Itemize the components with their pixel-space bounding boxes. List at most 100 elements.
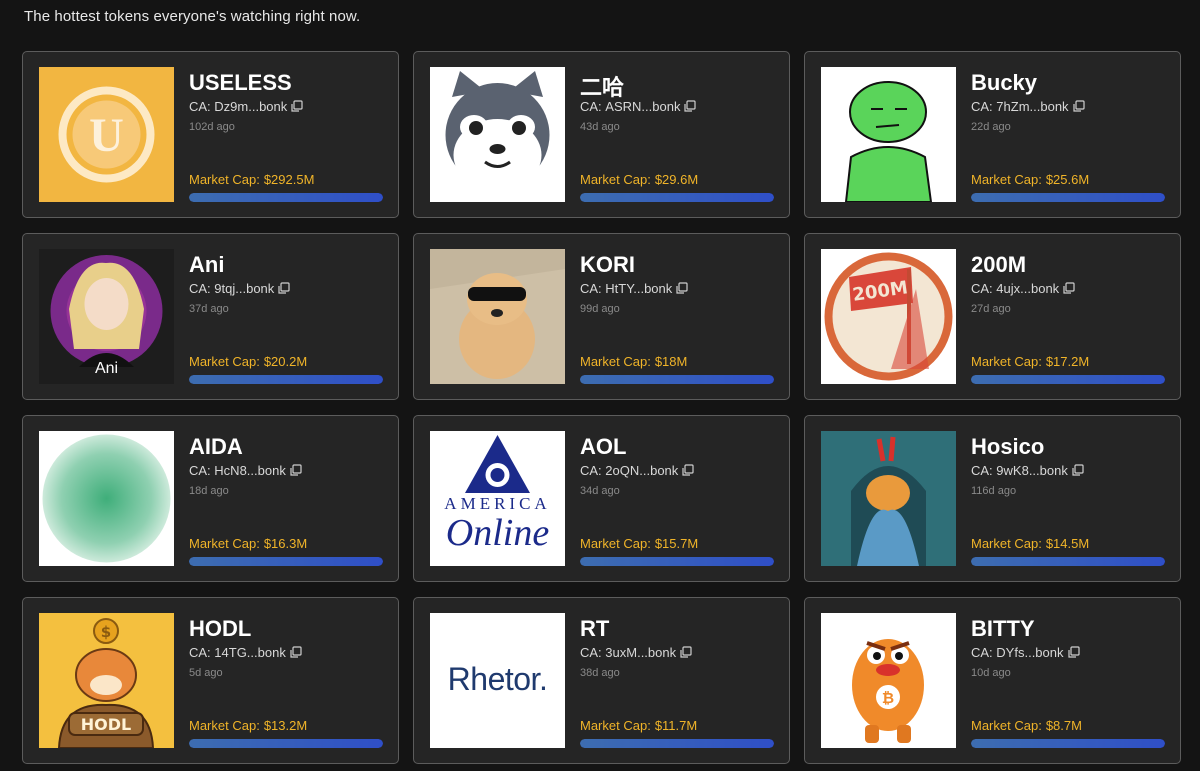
token-age: 38d ago <box>580 667 620 679</box>
token-name: KORI <box>580 252 635 277</box>
market-cap-progress-bar <box>189 739 383 748</box>
copy-icon[interactable] <box>683 100 697 113</box>
token-age: 18d ago <box>189 485 229 497</box>
token-card-bitty[interactable]: ₿ BITTY CA: DYfs...bonk 10d ago Market C… <box>804 597 1181 764</box>
market-cap: Market Cap: $17.2M <box>971 354 1090 369</box>
token-card-rt[interactable]: Rhetor. RT CA: 3uxM...bonk 38d ago Marke… <box>413 597 790 764</box>
market-cap: Market Cap: $13.2M <box>189 718 308 733</box>
token-name: Ani <box>189 252 225 277</box>
token-image-rt: Rhetor. <box>430 613 565 748</box>
token-name: RT <box>580 616 610 641</box>
token-card-hodl[interactable]: $ HODL HODL CA: 14TG...bonk 5d ago Marke… <box>22 597 399 764</box>
token-name: Hosico <box>971 434 1045 459</box>
token-name: AIDA <box>189 434 243 459</box>
contract-address: CA: 9wK8...bonk <box>971 463 1084 478</box>
token-name: 200M <box>971 252 1027 277</box>
token-image-bucky <box>821 67 956 202</box>
copy-icon[interactable] <box>1062 282 1075 295</box>
token-age: 37d ago <box>189 303 229 315</box>
token-image-aol: AMERICA Online <box>430 431 565 566</box>
token-name: AOL <box>580 434 627 459</box>
progress-fill <box>580 557 774 566</box>
market-cap-progress-bar <box>189 375 383 384</box>
copy-icon[interactable] <box>289 646 302 659</box>
market-cap: Market Cap: $15.7M <box>580 536 699 551</box>
contract-address: CA: HcN8...bonk <box>189 463 302 478</box>
market-cap-progress-bar <box>189 193 383 202</box>
copy-icon[interactable] <box>679 646 692 659</box>
progress-fill <box>580 193 774 202</box>
rhetor-logo-text: Rhetor. <box>447 661 548 697</box>
progress-fill <box>971 193 1165 202</box>
token-card-aol[interactable]: AMERICA Online AOL CA: 2oQN...bonk 34d a… <box>413 415 790 582</box>
contract-address: CA: 3uxM...bonk <box>580 645 692 660</box>
copy-icon[interactable] <box>290 100 303 113</box>
token-image-erha <box>430 67 565 202</box>
contract-address: CA: ASRN...bonk <box>580 99 697 114</box>
token-age: 116d ago <box>971 485 1017 497</box>
token-age: 5d ago <box>189 667 223 679</box>
copy-icon[interactable] <box>1071 464 1084 477</box>
token-card-aida[interactable]: AIDA CA: HcN8...bonk 18d ago Market Cap:… <box>22 415 399 582</box>
token-card-erha[interactable]: 二哈 CA: ASRN...bonk 43d ago Market Cap: $2… <box>413 51 790 218</box>
market-cap-progress-bar <box>580 739 774 748</box>
market-cap: Market Cap: $292.5M <box>189 172 315 187</box>
token-age: 43d ago <box>580 121 620 133</box>
token-name: Bucky <box>971 70 1038 95</box>
progress-fill <box>189 557 383 566</box>
market-cap: Market Cap: $18M <box>580 354 688 369</box>
svg-text:AMERICA: AMERICA <box>444 494 550 513</box>
market-cap: Market Cap: $20.2M <box>189 354 308 369</box>
progress-fill <box>580 739 774 748</box>
token-name: USELESS <box>189 70 292 95</box>
token-image-kori <box>430 249 565 384</box>
market-cap-progress-bar <box>580 375 774 384</box>
market-cap: Market Cap: $14.5M <box>971 536 1090 551</box>
token-name: HODL <box>189 616 252 641</box>
progress-fill <box>971 557 1165 566</box>
market-cap-progress-bar <box>580 193 774 202</box>
market-cap: Market Cap: $29.6M <box>580 172 699 187</box>
token-image-ani: Ani <box>39 249 174 384</box>
progress-fill <box>971 739 1165 748</box>
progress-fill <box>580 375 774 384</box>
svg-text:HODL: HODL <box>81 715 131 734</box>
market-cap: Market Cap: $11.7M <box>580 718 698 733</box>
token-name: BITTY <box>971 616 1035 641</box>
image-caption: Ani <box>94 360 119 377</box>
market-cap-progress-bar <box>971 557 1165 566</box>
svg-text:$: $ <box>101 623 111 641</box>
contract-address: CA: 2oQN...bonk <box>580 463 694 478</box>
svg-text:U: U <box>89 109 124 162</box>
progress-fill <box>189 193 383 202</box>
token-card-kori[interactable]: KORI CA: HtTY...bonk 99d ago Market Cap:… <box>413 233 790 400</box>
token-card-ani[interactable]: Ani Ani CA: 9tqj...bonk 37d ago Market C… <box>22 233 399 400</box>
page-subtitle: The hottest tokens everyone's watching r… <box>24 8 361 25</box>
token-card-useless[interactable]: U USELESS CA: Dz9m...bonk 102d ago Marke… <box>22 51 399 218</box>
market-cap: Market Cap: $25.6M <box>971 172 1090 187</box>
market-cap: Market Cap: $8.7M <box>971 718 1082 733</box>
copy-icon[interactable] <box>289 464 302 477</box>
contract-address: CA: 4ujx...bonk <box>971 281 1075 296</box>
market-cap-progress-bar <box>580 557 774 566</box>
copy-icon[interactable] <box>1067 646 1080 659</box>
contract-address: CA: 14TG...bonk <box>189 645 302 660</box>
market-cap: Market Cap: $16.3M <box>189 536 308 551</box>
token-image-200m: 200M <box>821 249 956 384</box>
contract-address: CA: Dz9m...bonk <box>189 99 303 114</box>
token-card-hosico[interactable]: Hosico CA: 9wK8...bonk 116d ago Market C… <box>804 415 1181 582</box>
token-age: 102d ago <box>189 121 235 133</box>
progress-fill <box>971 375 1165 384</box>
token-card-bucky[interactable]: Bucky CA: 7hZm...bonk 22d ago Market Cap… <box>804 51 1181 218</box>
contract-address: CA: DYfs...bonk <box>971 645 1080 660</box>
copy-icon[interactable] <box>681 464 694 477</box>
copy-icon[interactable] <box>1072 100 1085 113</box>
token-image-bitty: ₿ <box>821 613 956 748</box>
token-age: 99d ago <box>580 303 620 315</box>
market-cap-progress-bar <box>189 557 383 566</box>
copy-icon[interactable] <box>675 282 688 295</box>
token-card-200m[interactable]: 200M 200M CA: 4ujx...bonk 27d ago Market… <box>804 233 1181 400</box>
copy-icon[interactable] <box>277 282 290 295</box>
token-image-hosico <box>821 431 956 566</box>
market-cap-progress-bar <box>971 375 1165 384</box>
